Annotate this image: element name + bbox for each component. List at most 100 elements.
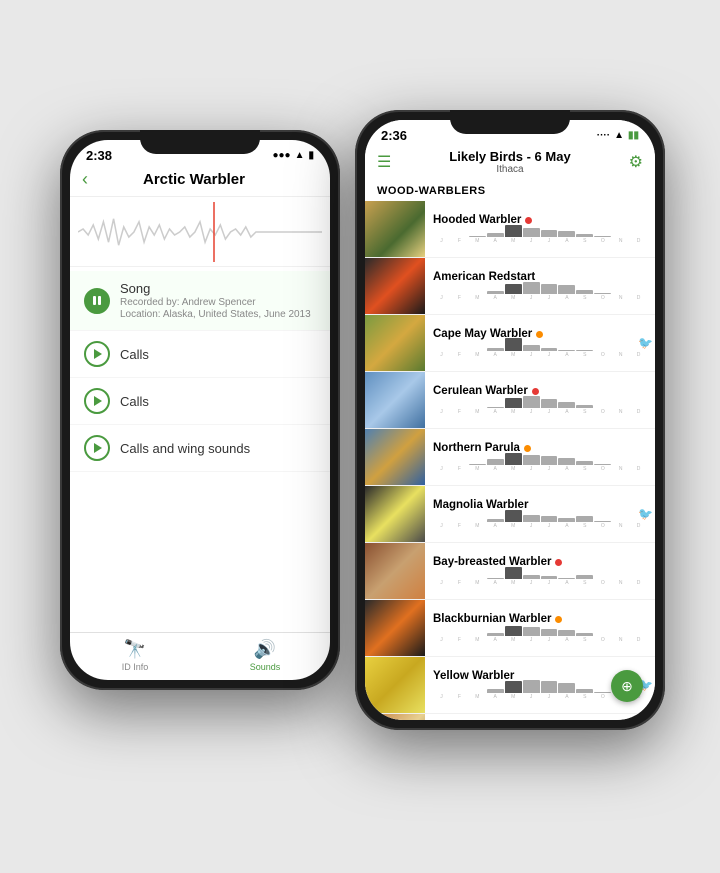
bird-list: Hooded WarblerJFMAMJJASOND American Redst…: [365, 201, 655, 720]
bird-info-6: Bay-breasted Warbler JFMAMJJASOND: [425, 552, 655, 590]
phone-front-screen: 2:36 ···· ▲ ▮▮ ☰ Likely Birds - 6 May It…: [365, 120, 655, 720]
phone-back: 2:38 ●●● ▲ ▮ ‹ Arctic Warbler: [60, 130, 340, 690]
time-back: 2:38: [86, 148, 112, 163]
back-header: ‹ Arctic Warbler: [70, 165, 330, 197]
menu-icon[interactable]: ☰: [377, 152, 391, 172]
bird-photo-3: [365, 372, 425, 428]
battery-icon: ▮: [308, 150, 314, 161]
status-dot-4: [524, 445, 531, 452]
status-dot-0: [525, 217, 532, 224]
play-triangle-2: [94, 396, 102, 406]
location-icon: ⊕: [621, 678, 633, 695]
time-front: 2:36: [381, 128, 407, 143]
bird-name-3: Cerulean Warbler: [433, 385, 528, 397]
bird-info-1: American Redstart JFMAMJJASOND: [425, 267, 655, 305]
bird-item-4[interactable]: Northern ParulaJFMAMJJASOND: [365, 429, 655, 486]
play-btn-calls2[interactable]: [84, 388, 110, 414]
tab-sounds-label: Sounds: [250, 662, 281, 672]
front-subtitle: Ithaca: [391, 164, 628, 175]
bird-name-6: Bay-breasted Warbler: [433, 556, 551, 568]
bird-photo-8: [365, 657, 425, 713]
front-title: Likely Birds - 6 May: [391, 149, 628, 164]
bird-item-6[interactable]: Bay-breasted Warbler JFMAMJJASOND: [365, 543, 655, 600]
bird-item-2[interactable]: Cape May WarblerJFMAMJJASOND🐦: [365, 315, 655, 372]
tab-sounds[interactable]: 🔊 Sounds: [200, 639, 330, 672]
status-icons-front: ···· ▲ ▮▮: [597, 130, 639, 141]
waveform-area[interactable]: [70, 197, 330, 267]
bird-info-2: Cape May WarblerJFMAMJJASOND: [425, 324, 655, 362]
bird-name-1: American Redstart: [433, 271, 535, 283]
section-header: WOOD-WARBLERS: [365, 181, 655, 201]
pause-bar-2: [98, 296, 101, 305]
bird-silhouette-5: 🐦: [638, 507, 653, 521]
bird-info-5: Magnolia WarblerJFMAMJJASOND: [425, 495, 655, 533]
sound-item-wing[interactable]: Calls and wing sounds: [70, 425, 330, 472]
wifi-icon: ▲: [295, 150, 305, 161]
bird-info-7: Blackburnian WarblerJFMAMJJASOND: [425, 609, 655, 647]
phone-notch-front: [450, 110, 570, 134]
phone-notch-back: [140, 130, 260, 154]
song-sub1: Recorded by: Andrew Spencer: [120, 297, 311, 308]
phone-back-screen: 2:38 ●●● ▲ ▮ ‹ Arctic Warbler: [70, 140, 330, 680]
play-triangle-1: [94, 349, 102, 359]
sound-item-calls2[interactable]: Calls: [70, 378, 330, 425]
status-icons-back: ●●● ▲ ▮: [272, 150, 314, 161]
status-dot-6: [555, 559, 562, 566]
bar-chart-6: JFMAMJJASOND: [433, 570, 647, 586]
bar-chart-7: JFMAMJJASOND: [433, 627, 647, 643]
bird-info-4: Northern ParulaJFMAMJJASOND: [425, 438, 655, 476]
bird-item-5[interactable]: Magnolia WarblerJFMAMJJASOND🐦: [365, 486, 655, 543]
bird-photo-5: [365, 486, 425, 542]
bird-info-0: Hooded WarblerJFMAMJJASOND: [425, 210, 655, 248]
bar-chart-4: JFMAMJJASOND: [433, 456, 647, 472]
pause-bar-1: [93, 296, 96, 305]
bar-chart-3: JFMAMJJASOND: [433, 399, 647, 415]
calls2-label: Calls: [120, 394, 316, 409]
bird-item-0[interactable]: Hooded WarblerJFMAMJJASOND: [365, 201, 655, 258]
bar-chart-5: JFMAMJJASOND: [433, 513, 647, 529]
sound-list: Song Recorded by: Andrew Spencer Locatio…: [70, 267, 330, 632]
waveform-svg: [78, 202, 322, 262]
bird-photo-9: [365, 714, 425, 720]
signal-icon: ●●●: [272, 150, 290, 161]
bird-photo-7: [365, 600, 425, 656]
bird-photo-2: [365, 315, 425, 371]
battery-icon-front: ▮▮: [628, 130, 639, 141]
song-label: Song: [120, 281, 311, 296]
status-dot-2: [536, 331, 543, 338]
front-header: ☰ Likely Birds - 6 May Ithaca ⚙: [365, 145, 655, 181]
front-title-block: Likely Birds - 6 May Ithaca: [391, 149, 628, 175]
play-btn-song[interactable]: [84, 288, 110, 314]
location-button[interactable]: ⊕: [611, 670, 643, 702]
bird-photo-4: [365, 429, 425, 485]
pause-icon: [93, 296, 101, 305]
playhead: [213, 202, 215, 262]
dots-icon: ····: [597, 130, 610, 141]
bird-info-3: Cerulean Warbler JFMAMJJASOND: [425, 381, 655, 419]
bird-photo-0: [365, 201, 425, 257]
play-btn-wing[interactable]: [84, 435, 110, 461]
bird-silhouette-2: 🐦: [638, 336, 653, 350]
wifi-icon-front: ▲: [614, 130, 624, 141]
calls1-label: Calls: [120, 347, 316, 362]
bird-item-9[interactable]: Chestnut-sided WarblerJFMAMJJASOND: [365, 714, 655, 720]
tab-idinfo-label: ID Info: [122, 662, 149, 672]
bird-photo-1: [365, 258, 425, 314]
bar-chart-0: JFMAMJJASOND: [433, 228, 647, 244]
play-btn-calls1[interactable]: [84, 341, 110, 367]
bar-chart-1: JFMAMJJASOND: [433, 285, 647, 301]
filter-icon[interactable]: ⚙: [629, 152, 643, 172]
binoculars-icon: 🔭: [124, 639, 146, 660]
speaker-icon: 🔊: [254, 639, 276, 660]
bird-item-7[interactable]: Blackburnian WarblerJFMAMJJASOND: [365, 600, 655, 657]
tab-idinfo[interactable]: 🔭 ID Info: [70, 639, 200, 672]
back-title: Arctic Warbler: [88, 171, 300, 188]
play-triangle-3: [94, 443, 102, 453]
sound-item-song[interactable]: Song Recorded by: Andrew Spencer Locatio…: [70, 271, 330, 331]
status-dot-3: [532, 388, 539, 395]
sound-item-calls1[interactable]: Calls: [70, 331, 330, 378]
bird-item-1[interactable]: American Redstart JFMAMJJASOND: [365, 258, 655, 315]
bird-name-8: Yellow Warbler: [433, 670, 514, 682]
bird-item-3[interactable]: Cerulean Warbler JFMAMJJASOND: [365, 372, 655, 429]
bar-chart-2: JFMAMJJASOND: [433, 342, 647, 358]
